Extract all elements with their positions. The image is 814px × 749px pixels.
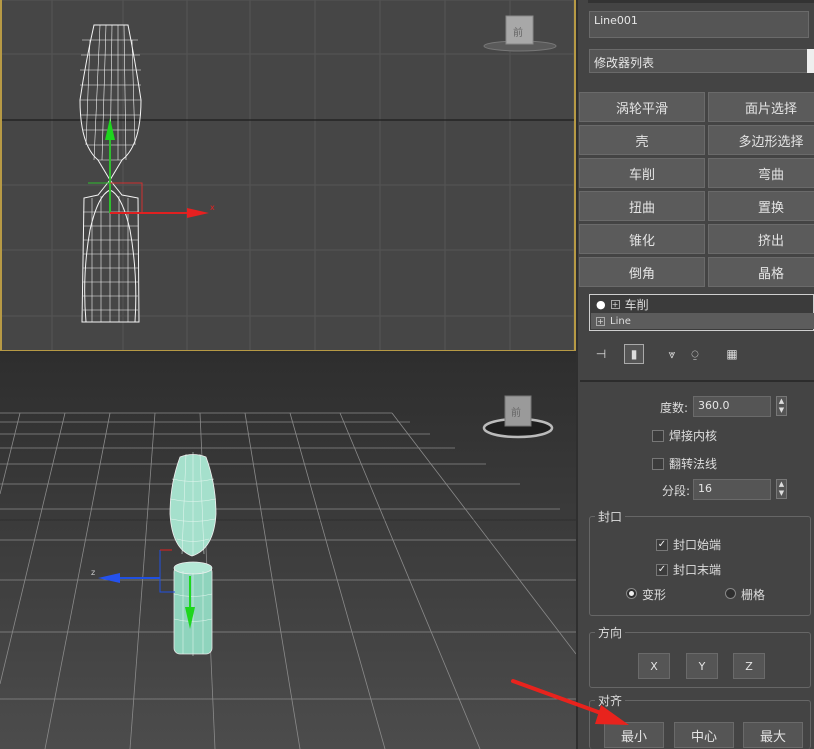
direction-y-button[interactable]: Y: [686, 653, 718, 679]
segments-spinner[interactable]: ▲ ▼: [776, 479, 787, 499]
modifier-button[interactable]: 弯曲: [708, 158, 814, 188]
modifier-button[interactable]: 挤出: [708, 224, 814, 254]
direction-x-button[interactable]: X: [638, 653, 670, 679]
degrees-field[interactable]: 360.0: [693, 396, 771, 417]
modifier-button[interactable]: 锥化: [579, 224, 705, 254]
morph-label: 变形: [642, 588, 667, 602]
expand-plus-icon[interactable]: +: [610, 299, 620, 309]
direction-z-button[interactable]: Z: [733, 653, 765, 679]
front-transform-gizmo[interactable]: x: [88, 118, 215, 218]
perspective-viewport[interactable]: z 前: [0, 354, 576, 749]
svg-text:x: x: [210, 203, 215, 212]
persp-viewcube-label: 前: [511, 406, 521, 419]
front-viewport[interactable]: x 前: [0, 0, 576, 352]
remove-modifier-icon[interactable]: ⍜: [685, 344, 705, 364]
modifier-stack[interactable]: ● + 车削 + Line: [589, 294, 814, 331]
perspective-canvas: z 前: [0, 354, 576, 749]
panel-separator: [580, 380, 814, 382]
modifier-button[interactable]: 晶格: [708, 257, 814, 287]
segments-field[interactable]: 16: [693, 479, 771, 500]
object-name-field[interactable]: Line001: [589, 11, 809, 38]
stack-item-lathe[interactable]: ● + 车削: [596, 296, 649, 312]
weld-core-checkbox[interactable]: [652, 430, 664, 442]
front-viewport-canvas: x 前: [2, 0, 574, 350]
axis-z-label: z: [91, 568, 95, 577]
lightbulb-icon[interactable]: ●: [596, 298, 606, 311]
show-end-result-icon[interactable]: ▮: [624, 344, 644, 364]
modifier-button[interactable]: 车削: [579, 158, 705, 188]
align-max-button[interactable]: 最大: [743, 722, 803, 748]
front-viewcube-label: 前: [513, 26, 523, 39]
cap-end-label: 封口末端: [673, 563, 722, 577]
pin-stack-icon[interactable]: ⊣: [591, 344, 611, 364]
direction-title: 方向: [595, 624, 626, 641]
modifier-button[interactable]: 扭曲: [579, 191, 705, 221]
modifier-button[interactable]: 涡轮平滑: [579, 92, 705, 122]
cap-end-checkbox[interactable]: ✓: [656, 564, 668, 576]
front-viewcube[interactable]: 前: [483, 15, 557, 52]
cap-start-checkbox[interactable]: ✓: [656, 539, 668, 551]
annotation-arrow-icon: [511, 679, 629, 725]
flip-normals-checkbox[interactable]: [652, 458, 664, 470]
degrees-spinner[interactable]: ▲ ▼: [776, 396, 787, 416]
configure-sets-icon[interactable]: ▦: [722, 344, 742, 364]
modifier-button[interactable]: 壳: [579, 125, 705, 155]
stack-item-line[interactable]: + Line: [591, 313, 814, 329]
capping-title: 封口: [595, 508, 626, 525]
cap-start-label: 封口始端: [673, 538, 722, 552]
modifier-button[interactable]: 多边形选择: [708, 125, 814, 155]
morph-radio[interactable]: [626, 588, 637, 599]
degrees-label: 度数:: [660, 401, 689, 415]
app-root: x 前 z 前 Line001 修改器列表 涡轮平滑 面片选择 壳 多边形选择 …: [0, 0, 814, 749]
grid-label: 栅格: [741, 588, 766, 602]
expand-plus-icon[interactable]: +: [596, 316, 605, 326]
align-center-button[interactable]: 中心: [674, 722, 734, 748]
modifier-list-swatch[interactable]: [807, 49, 814, 73]
modifier-list-dropdown[interactable]: 修改器列表: [589, 49, 809, 73]
segments-label: 分段:: [662, 484, 691, 498]
weld-core-label: 焊接内核: [669, 429, 718, 443]
flip-normals-label: 翻转法线: [669, 457, 718, 471]
make-unique-icon[interactable]: ⩔: [662, 344, 682, 364]
stack-item-label: Line: [610, 315, 631, 327]
modifier-button[interactable]: 倒角: [579, 257, 705, 287]
stack-item-label: 车削: [624, 297, 649, 312]
modifier-button[interactable]: 面片选择: [708, 92, 814, 122]
panel-tabs[interactable]: [588, 0, 814, 3]
grid-radio[interactable]: [725, 588, 736, 599]
modifier-button[interactable]: 置换: [708, 191, 814, 221]
